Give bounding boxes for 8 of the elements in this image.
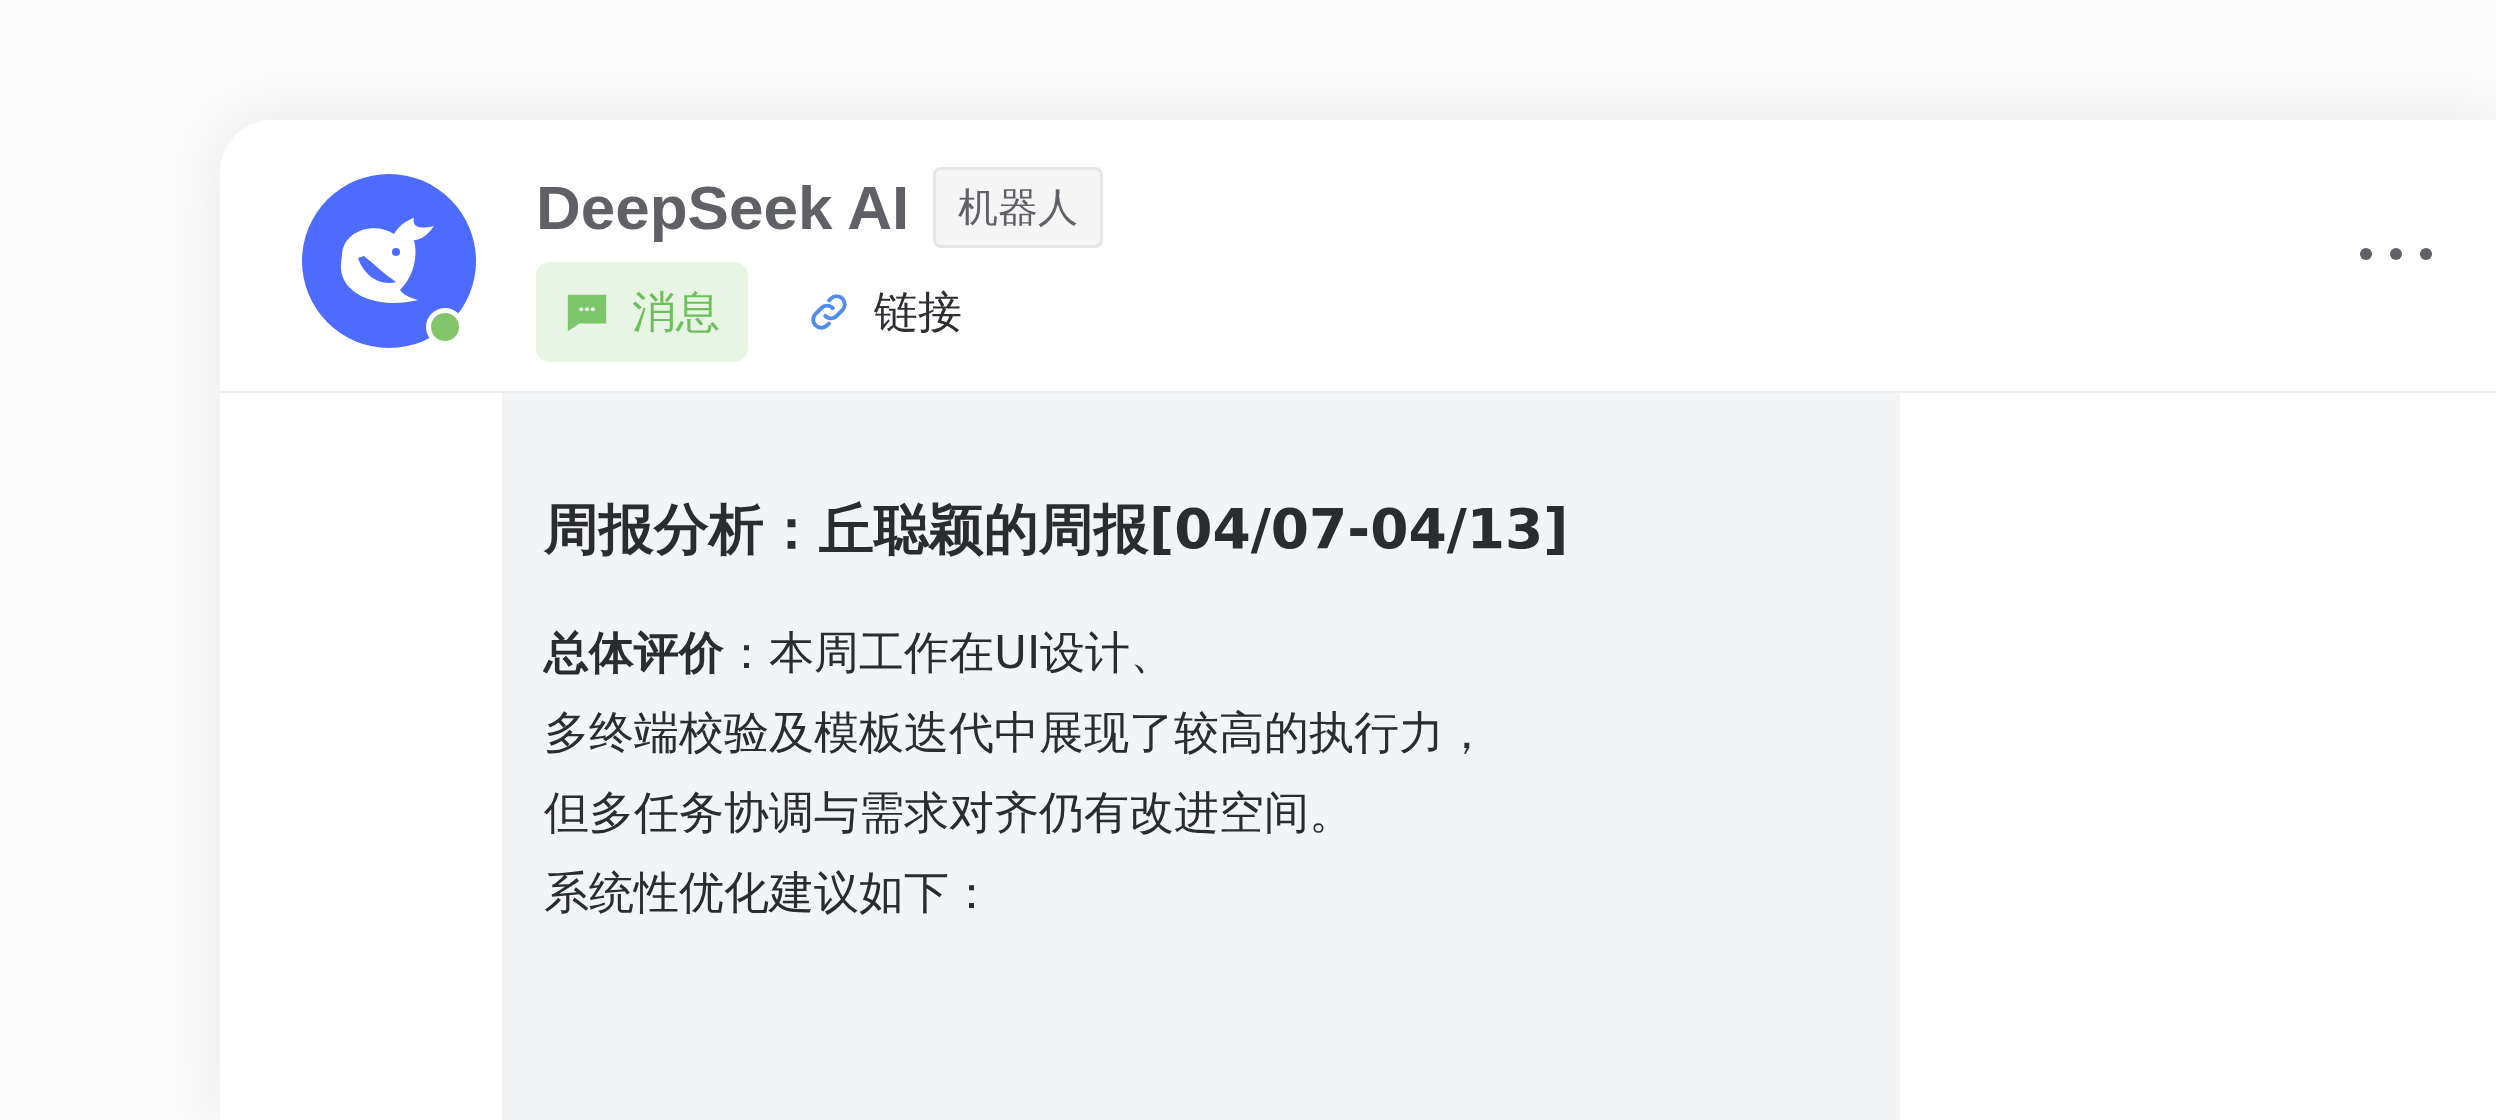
tab[interactable]: 链接 bbox=[778, 262, 990, 362]
summary-line: 但多任务协调与需求对齐仍有改进空间。 bbox=[544, 785, 1355, 841]
summary-line: 系统性优化建议如下： bbox=[544, 865, 995, 921]
summary-line: 总体评价：本周工作在UI设计、 bbox=[544, 625, 1177, 681]
report-title: 周报分析：丘聪颖的周报[04/07-04/13] bbox=[544, 496, 1570, 563]
bot-badge: 机器人 bbox=[933, 167, 1104, 248]
summary-line: 多终端校验及模板迭代中展现了较高的执行力， bbox=[544, 705, 1490, 761]
contact-name: DeepSeek AI bbox=[536, 172, 910, 243]
